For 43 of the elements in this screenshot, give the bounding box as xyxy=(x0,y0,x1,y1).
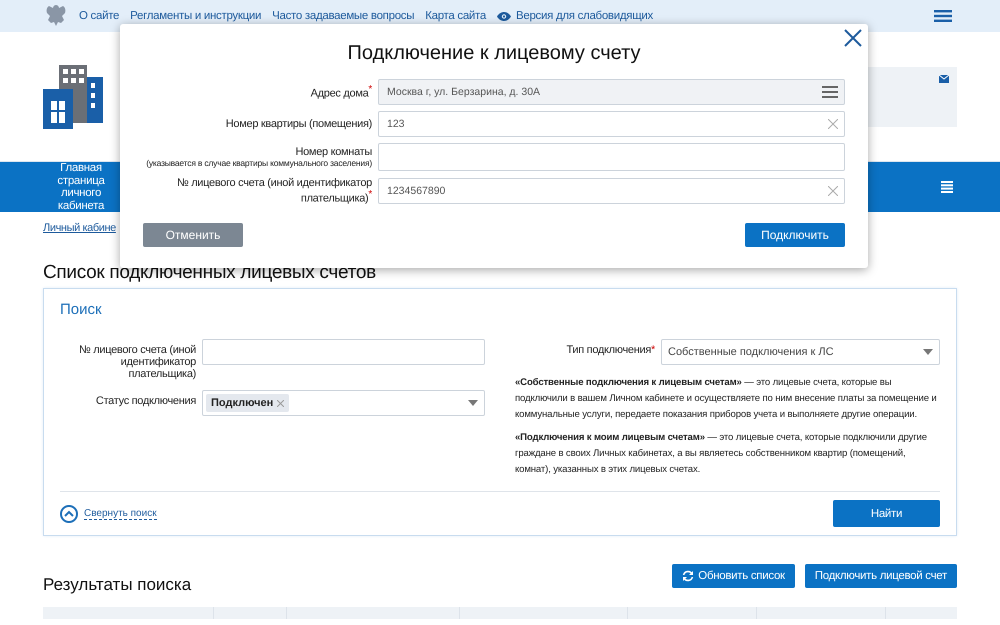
field-label: Номер комнаты xyxy=(295,146,372,158)
collapse-icon[interactable] xyxy=(60,504,78,522)
field-hint: (указывается в случае квартиры коммунального заселения) xyxy=(146,158,372,168)
field-label: Тип подключения* xyxy=(565,343,655,356)
nav-link[interactable]: Часто задаваемые вопросы xyxy=(272,10,414,22)
panel-title: Поиск xyxy=(60,301,102,319)
mail-icon[interactable] xyxy=(939,74,949,82)
select-field[interactable]: Подключен xyxy=(202,390,485,416)
search-button[interactable]: Найти xyxy=(833,500,940,527)
section-title: Результаты поиска xyxy=(43,575,192,595)
field-label: Номер квартиры (помещения) xyxy=(226,118,372,130)
input-field[interactable] xyxy=(378,143,845,171)
nav-link[interactable]: Карта сайта xyxy=(425,10,486,22)
field-label: № лицевого счета (иной идентификатор плательщика) xyxy=(78,343,196,380)
status-tag[interactable]: Подключен xyxy=(206,394,290,412)
input-field[interactable]: 1234567890 xyxy=(378,178,845,204)
connect-account-button[interactable]: Подключить лицевой счет xyxy=(804,564,957,588)
help-text: «Подключения к моим лицевым счетам» — это лицевые счета, которые подключили другие граждане в своих Личных кабинетах, а вы являетесь собственником квартир (помещений, комнат), указанных в этих лицевых счетах. xyxy=(515,431,928,477)
input-field[interactable] xyxy=(202,339,485,365)
dropdown-caret-icon xyxy=(468,400,478,406)
select-field[interactable]: Собственные подключения к ЛС xyxy=(661,339,940,365)
eye-icon xyxy=(496,12,511,20)
field-label: Статус подключения xyxy=(94,394,196,407)
dropdown-caret-icon xyxy=(923,349,933,355)
page-title: Список подключенных лицевых счетов xyxy=(43,262,377,284)
cancel-button[interactable]: Отменить xyxy=(143,222,243,247)
close-icon[interactable] xyxy=(844,29,862,47)
breadcrumb-link[interactable]: Личный кабине xyxy=(43,221,116,235)
help-text: «Собственные подключения к лицевым счетам» — это лицевые счета, которые вы подключили в вашем Личном кабинете и осуществляете по ним внесение платы за помещение и коммунальные услуги, передаете показания приборов учета и выполняете другие операции. xyxy=(515,376,938,422)
menu-icon[interactable] xyxy=(934,10,952,22)
menu-icon[interactable] xyxy=(822,86,838,98)
nav-link[interactable]: Регламенты и инструкции xyxy=(130,10,262,22)
dialog-title: Подключение к лицевому счету xyxy=(346,42,642,65)
input-field[interactable]: 123 xyxy=(378,111,845,137)
nav-link[interactable]: О сайте xyxy=(79,10,120,22)
refresh-icon xyxy=(682,570,694,582)
input-field[interactable]: Москва г, ул. Берзарина, д. 30А xyxy=(378,79,845,105)
nav-link[interactable]: Версия для слабовидящих xyxy=(496,10,653,22)
collapse-link[interactable]: Свернуть поиск xyxy=(84,508,157,520)
nav-tab[interactable]: Главная страница личного кабинета xyxy=(43,162,119,212)
connect-button[interactable]: Подключить xyxy=(745,222,845,247)
refresh-button[interactable]: Обновить список xyxy=(672,564,795,588)
list-icon[interactable] xyxy=(941,181,953,193)
